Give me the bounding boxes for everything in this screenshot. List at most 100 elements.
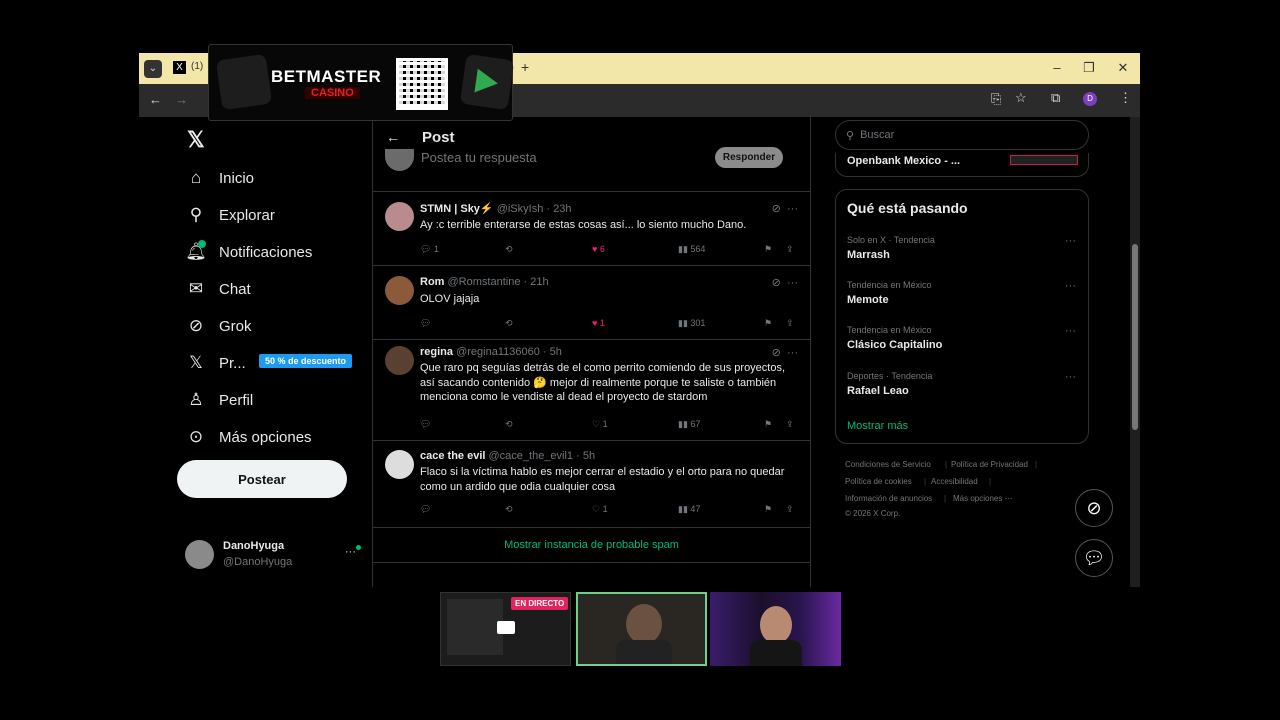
repost-icon[interactable]: ⟲ xyxy=(505,244,513,255)
author-handle: @iSkyIsh · 23h xyxy=(496,203,572,215)
share-icon[interactable]: ⇪ xyxy=(786,244,794,255)
more-icon[interactable]: ··· xyxy=(787,203,798,215)
nav-explore[interactable]: ⚲ Explorar xyxy=(185,200,275,230)
reply-input[interactable]: Postea tu respuesta xyxy=(421,150,537,165)
ad-card[interactable]: Openbank Mexico - ... xyxy=(835,153,1089,177)
share-icon[interactable]: ⇪ xyxy=(786,419,794,430)
more-icon[interactable]: ··· xyxy=(1065,325,1076,337)
back-icon[interactable]: ← xyxy=(149,92,162,107)
new-tab-button[interactable]: + xyxy=(521,59,529,75)
search-input[interactable]: ⚲ Buscar xyxy=(835,120,1089,150)
more-icon[interactable]: ··· xyxy=(1065,235,1076,247)
more-icon[interactable]: ··· xyxy=(1065,280,1076,292)
nav-premium[interactable]: 𝕏 Pr... xyxy=(185,348,246,378)
reply-post[interactable]: STMN | Sky⚡ @iSkyIsh · 23h ⊘ ··· Ay :c t… xyxy=(373,191,810,265)
minimize-icon[interactable]: – xyxy=(1047,60,1067,75)
views-icon[interactable]: ▮▮ 564 xyxy=(678,244,705,255)
reply-menu[interactable]: ⊘ ··· xyxy=(772,276,798,289)
reply-menu[interactable]: ⊘ ··· xyxy=(772,346,798,359)
stream-thumbnail-screen[interactable]: EN DIRECTO xyxy=(440,592,571,666)
nav-more[interactable]: ⊙ Más opciones xyxy=(185,422,312,452)
messages-icon[interactable]: 💬︎ xyxy=(1075,539,1113,577)
trend-name[interactable]: Marrash xyxy=(847,249,890,261)
like-icon[interactable]: ♥ 6 xyxy=(592,244,605,254)
reply-post[interactable]: cace the evil @cace_the_evil1 · 5h Flaco… xyxy=(373,440,810,527)
trending-title: Qué está pasando xyxy=(847,200,968,216)
bookmark-icon[interactable]: ⚑ xyxy=(764,244,772,255)
like-icon[interactable]: ♥ 1 xyxy=(592,318,605,328)
avatar xyxy=(385,346,414,375)
betmaster-ad-overlay[interactable]: BETMASTER CASINO xyxy=(208,44,515,121)
grok-icon[interactable]: ⊘ xyxy=(1075,489,1113,527)
footer-link[interactable]: Política de cookies xyxy=(845,477,912,486)
extensions-icon[interactable]: ⧉ xyxy=(1051,90,1060,106)
account-switcher[interactable]: DanoHyuga @DanoHyuga ··· xyxy=(185,540,365,574)
close-icon[interactable]: ✕ xyxy=(1113,60,1133,76)
post-button[interactable]: Postear xyxy=(177,460,347,498)
more-icon[interactable]: ··· xyxy=(787,347,798,359)
premium-discount-badge[interactable]: 50 % de descuento xyxy=(259,354,353,368)
repost-icon[interactable]: ⟲ xyxy=(505,318,513,329)
repost-icon[interactable]: ⟲ xyxy=(505,419,513,430)
install-app-icon[interactable]: ⎘ xyxy=(991,91,1001,107)
comment-icon[interactable]: 💬︎ xyxy=(420,318,431,329)
comment-icon[interactable]: 💬︎ 1 xyxy=(420,244,439,255)
views-icon[interactable]: ▮▮ 47 xyxy=(678,504,700,515)
trend-name[interactable]: Clásico Capitalino xyxy=(847,339,942,351)
like-count: 6 xyxy=(599,244,605,254)
footer-link[interactable]: Accesibilidad xyxy=(931,477,978,486)
more-icon[interactable]: ··· xyxy=(1065,371,1076,383)
footer-sep: | xyxy=(989,477,992,486)
menu-dots-icon[interactable]: ⋮ xyxy=(1119,90,1132,106)
search-icon: ⚲ xyxy=(846,129,855,142)
grok-icon[interactable]: ⊘ xyxy=(772,277,781,289)
reply-button[interactable]: Responder xyxy=(715,147,783,168)
reply-post[interactable]: Rom @Romstantine · 21h ⊘ ··· OLOV jajaja… xyxy=(373,265,810,339)
bookmark-icon[interactable]: ⚑ xyxy=(764,419,772,430)
bookmark-icon[interactable]: ⚑ xyxy=(764,318,772,329)
search-icon: ⚲ xyxy=(189,205,203,224)
nav-grok[interactable]: ⊘ Grok xyxy=(185,311,252,341)
grok-icon[interactable]: ⊘ xyxy=(772,347,781,359)
trend-name[interactable]: Memote xyxy=(847,294,889,306)
x-logo-icon[interactable]: 𝕏 xyxy=(187,127,205,153)
share-icon[interactable]: ⇪ xyxy=(786,318,794,329)
back-arrow-icon[interactable]: ← xyxy=(386,129,400,145)
tab-title[interactable]: (1) xyxy=(191,61,203,72)
grok-icon[interactable]: ⊘ xyxy=(772,203,781,215)
nav-profile[interactable]: ♙ Perfil xyxy=(185,385,253,415)
tab-search-button[interactable]: ⌄ xyxy=(144,60,162,78)
footer-link[interactable]: Información de anuncios xyxy=(845,494,932,503)
views-icon[interactable]: ▮▮ 301 xyxy=(678,318,705,329)
stream-thumbnail-guest[interactable] xyxy=(710,592,841,666)
footer-link[interactable]: Más opciones ··· xyxy=(953,494,1013,503)
show-more-link[interactable]: Mostrar más xyxy=(847,420,908,432)
reply-menu[interactable]: ⊘ ··· xyxy=(772,202,798,215)
bookmark-star-icon[interactable]: ☆ xyxy=(1015,90,1027,106)
ad-title: Openbank Mexico - ... xyxy=(847,155,961,167)
share-icon[interactable]: ⇪ xyxy=(786,504,794,515)
maximize-icon[interactable]: ❐ xyxy=(1079,60,1099,76)
footer-link[interactable]: Condiciones de Servicio xyxy=(845,460,931,469)
like-icon[interactable]: ♡ 1 xyxy=(592,504,608,515)
footer-link[interactable]: Política de Privacidad xyxy=(951,460,1028,469)
trend-name[interactable]: Rafael Leao xyxy=(847,385,909,397)
bookmark-icon[interactable]: ⚑ xyxy=(764,504,772,515)
scrollbar-thumb[interactable] xyxy=(1132,244,1138,430)
views-icon[interactable]: ▮▮ 67 xyxy=(678,419,700,430)
more-icon[interactable]: ··· xyxy=(787,277,798,289)
forward-icon[interactable]: → xyxy=(175,92,188,107)
like-icon[interactable]: ♡ 1 xyxy=(592,419,608,430)
copyright: © 2026 X Corp. xyxy=(845,509,901,518)
comment-icon[interactable]: 💬︎ xyxy=(420,419,431,430)
nav-chat[interactable]: ✉ Chat xyxy=(185,274,251,304)
reply-text: Flaco si la víctima hablo es mejor cerra… xyxy=(420,466,785,493)
comment-icon[interactable]: 💬︎ xyxy=(420,504,431,515)
stream-thumbnail-webcam[interactable] xyxy=(576,592,707,666)
profile-avatar[interactable]: D xyxy=(1083,92,1097,106)
repost-icon[interactable]: ⟲ xyxy=(505,504,513,515)
nav-home[interactable]: ⌂ Inicio xyxy=(185,163,254,193)
ad-subtitle: CASINO xyxy=(305,87,360,99)
show-spam-link[interactable]: Mostrar instancia de probable spam xyxy=(373,527,810,563)
reply-post[interactable]: regina @regina1136060 · 5h ⊘ ··· Que rar… xyxy=(373,339,810,440)
